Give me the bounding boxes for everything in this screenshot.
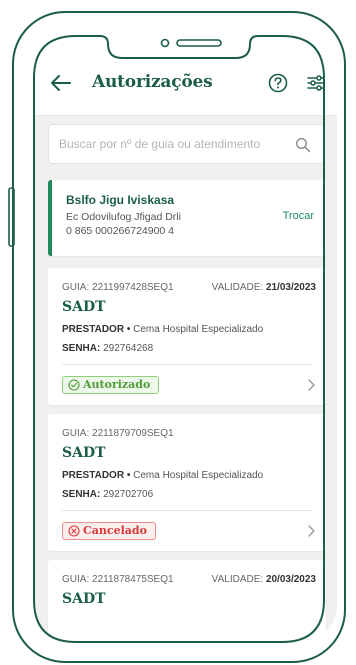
swap-beneficiary-button[interactable]: Trocar [283,210,314,222]
beneficiary-card-number: 0 865 000266724900 4 [66,225,175,237]
authorization-card[interactable]: GUIA: 2211878475SEQ1 VALIDADE: 20/03/202… [48,560,326,640]
chevron-right-icon[interactable] [306,378,316,392]
search-box [48,124,324,164]
validity-date: VALIDADE: 20/03/2023 [211,574,316,585]
search-input[interactable] [59,125,279,163]
provider: PRESTADOR • Cema Hospital Especializado [62,470,264,481]
guia-number: GUIA: 2211997428SEQ1 [62,282,174,293]
search-icon[interactable] [295,137,311,153]
validity-date: VALIDADE: 21/03/2023 [211,282,316,293]
provider: PRESTADOR • Cema Hospital Especializado [62,324,264,335]
beneficiary-plan: Ec Odovilufog Jfigad Drli [66,211,181,223]
divider [62,510,312,511]
guia-number: GUIA: 2211879709SEQ1 [62,428,174,439]
guia-number: GUIA: 2211878475SEQ1 [62,574,174,585]
app-bar: Autorizações [34,50,337,116]
authorization-card[interactable]: GUIA: 2211997428SEQ1 VALIDADE: 21/03/202… [48,268,326,405]
beneficiary-name: Bslfo Jigu Iviskasa [66,193,175,207]
check-circle-icon [68,379,80,391]
status-badge: Cancelado [62,522,156,540]
app-screen: Autorizações Bslfo Jigu Iviskasa Ec Odov… [34,50,337,640]
filter-sliders-icon[interactable] [305,72,327,94]
authorization-type: SADT [62,591,106,607]
x-circle-icon [68,525,80,537]
password: SENHA: 292764268 [62,343,154,354]
chevron-right-icon[interactable] [306,524,316,538]
help-icon[interactable] [267,72,289,94]
divider [62,364,312,365]
beneficiary-card: Bslfo Jigu Iviskasa Ec Odovilufog Jfigad… [48,180,326,256]
password: SENHA: 292702706 [62,489,154,500]
authorization-card[interactable]: GUIA: 2211879709SEQ1 SADT PRESTADOR • Ce… [48,414,326,551]
status-badge: Autorizado [62,376,160,394]
back-arrow-icon[interactable] [50,74,72,92]
authorization-type: SADT [62,299,106,315]
page-title: Autorizações [92,72,213,92]
authorization-type: SADT [62,445,106,461]
